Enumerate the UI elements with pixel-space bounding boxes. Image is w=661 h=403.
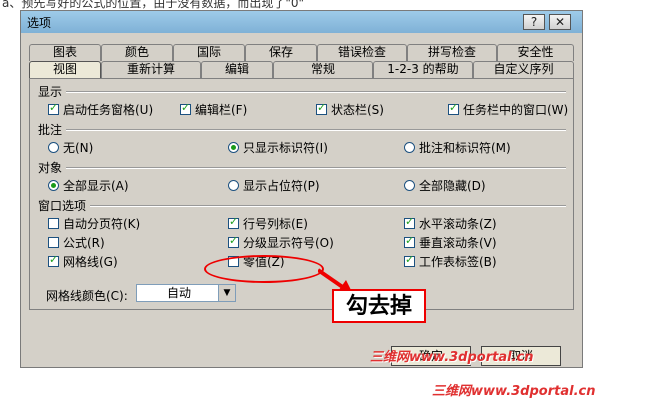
checkbox[interactable]: [228, 215, 239, 229]
option-label: 编辑栏(F): [195, 103, 248, 117]
option-windows-in-taskbar[interactable]: 任务栏中的窗口(W): [448, 101, 568, 118]
option-objects-hide-all[interactable]: 全部隐藏(D): [404, 177, 486, 194]
radio-button[interactable]: [228, 142, 239, 153]
radio-button[interactable]: [228, 180, 239, 191]
option-label: 只显示标识符(I): [243, 141, 328, 155]
gridline-color-select[interactable]: 自动 ▼: [136, 284, 236, 302]
radio-button[interactable]: [48, 180, 59, 191]
tab-row-bottom: 视图 重新计算 编辑 常规 1-2-3 的帮助 自定义序列: [29, 61, 574, 79]
option-status-bar[interactable]: 状态栏(S): [316, 101, 384, 118]
checkbox[interactable]: [404, 234, 415, 248]
tab-international[interactable]: 国际: [173, 44, 245, 61]
radio-button[interactable]: [48, 142, 59, 153]
option-page-breaks[interactable]: 自动分页符(K): [48, 215, 140, 232]
option-label: 全部隐藏(D): [419, 179, 486, 193]
checkbox[interactable]: [448, 101, 459, 115]
separator: [66, 91, 566, 93]
option-sheet-tabs[interactable]: 工作表标签(B): [404, 253, 497, 270]
group-title-display: 显示: [38, 85, 63, 99]
option-formula-bar[interactable]: 编辑栏(F): [180, 101, 247, 118]
checkbox[interactable]: [404, 253, 415, 267]
watermark: 三维网www.3dportal.cn: [370, 350, 534, 365]
gridline-color-label: 网格线颜色(C):: [46, 289, 128, 303]
option-label: 全部显示(A): [63, 179, 129, 193]
tab-error-checking[interactable]: 错误检查: [317, 44, 407, 61]
option-comments-none[interactable]: 无(N): [48, 139, 93, 156]
tab-general[interactable]: 常规: [273, 61, 373, 78]
checkbox[interactable]: [180, 101, 191, 115]
option-label: 无(N): [63, 141, 94, 155]
checkbox[interactable]: [48, 253, 59, 267]
tab-calculation[interactable]: 重新计算: [101, 61, 201, 78]
tab-edit[interactable]: 编辑: [201, 61, 273, 78]
tab-view[interactable]: 视图: [29, 61, 101, 79]
tab-custom-lists[interactable]: 自定义序列: [473, 61, 574, 78]
separator: [66, 129, 566, 131]
option-label: 批注和标识符(M): [419, 141, 511, 155]
options-dialog: 选项 ? ✕ 图表 颜色 国际 保存 错误检查 拼写检查 安全性 视图 重新计算…: [20, 10, 583, 368]
option-gridlines[interactable]: 网格线(G): [48, 253, 118, 270]
annotation-ellipse: [204, 255, 324, 283]
option-vertical-scrollbar[interactable]: 垂直滚动条(V): [404, 234, 497, 251]
option-horizontal-scrollbar[interactable]: 水平滚动条(Z): [404, 215, 497, 232]
option-label: 网格线(G): [63, 255, 118, 269]
group-title-comments: 批注: [38, 123, 63, 137]
option-formulas[interactable]: 公式(R): [48, 234, 105, 251]
tab-security[interactable]: 安全性: [497, 44, 574, 61]
radio-button[interactable]: [404, 142, 415, 153]
option-startup-taskpane[interactable]: 启动任务窗格(U): [48, 101, 153, 118]
option-label: 任务栏中的窗口(W): [463, 103, 569, 117]
group-title-window-options: 窗口选项: [38, 199, 87, 213]
tab-save[interactable]: 保存: [245, 44, 317, 61]
dialog-titlebar[interactable]: 选项 ? ✕: [21, 11, 582, 33]
option-label: 工作表标签(B): [419, 255, 497, 269]
checkbox[interactable]: [48, 237, 59, 248]
option-label: 公式(R): [63, 236, 105, 250]
option-label: 启动任务窗格(U): [63, 103, 154, 117]
option-label: 垂直滚动条(V): [419, 236, 497, 250]
tab-spelling[interactable]: 拼写检查: [407, 44, 497, 61]
option-label: 自动分页符(K): [63, 217, 141, 231]
checkbox[interactable]: [48, 218, 59, 229]
group-title-objects: 对象: [38, 161, 63, 175]
tab-color[interactable]: 颜色: [101, 44, 173, 61]
radio-button[interactable]: [404, 180, 415, 191]
separator: [90, 205, 566, 207]
option-label: 行号列标(E): [243, 217, 308, 231]
separator: [66, 167, 566, 169]
checkbox[interactable]: [316, 101, 327, 115]
option-label: 水平滚动条(Z): [419, 217, 497, 231]
option-comments-and-indicator[interactable]: 批注和标识符(M): [404, 139, 511, 156]
option-comments-indicator-only[interactable]: 只显示标识符(I): [228, 139, 328, 156]
checkbox[interactable]: [48, 101, 59, 115]
checkbox[interactable]: [228, 234, 239, 248]
option-label: 状态栏(S): [331, 103, 384, 117]
tab-lotus-help[interactable]: 1-2-3 的帮助: [373, 61, 473, 78]
option-outline-symbols[interactable]: 分级显示符号(O): [228, 234, 334, 251]
option-row-col-headers[interactable]: 行号列标(E): [228, 215, 308, 232]
dropdown-arrow-icon[interactable]: ▼: [218, 285, 235, 301]
option-objects-show-all[interactable]: 全部显示(A): [48, 177, 129, 194]
option-label: 显示占位符(P): [243, 179, 320, 193]
gridline-color-value: 自动: [167, 286, 192, 300]
tab-row-top: 图表 颜色 国际 保存 错误检查 拼写检查 安全性: [29, 44, 574, 61]
dialog-title: 选项: [27, 16, 52, 30]
help-button[interactable]: ?: [523, 14, 545, 30]
option-objects-placeholders[interactable]: 显示占位符(P): [228, 177, 320, 194]
annotation-label: 勾去掉: [332, 289, 426, 323]
close-button[interactable]: ✕: [549, 14, 571, 30]
tab-chart[interactable]: 图表: [29, 44, 101, 61]
option-label: 分级显示符号(O): [243, 236, 334, 250]
watermark: 三维网www.3dportal.cn: [430, 380, 598, 399]
checkbox[interactable]: [404, 215, 415, 229]
